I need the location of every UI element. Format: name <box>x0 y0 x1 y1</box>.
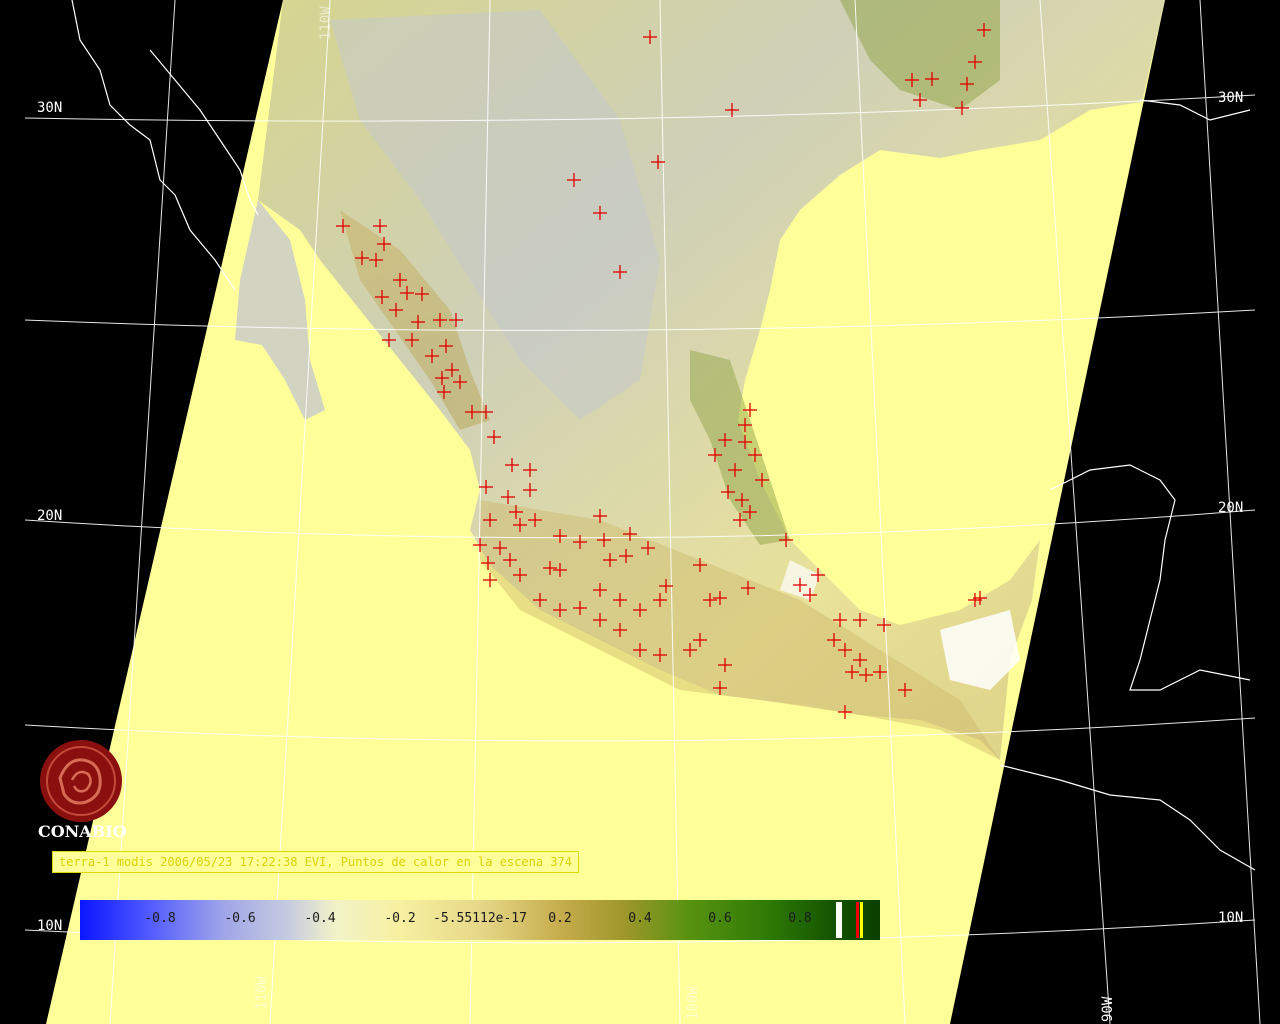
colorbar-cloud-swatch <box>836 902 842 938</box>
colorbar-tick: 0.4 <box>628 911 652 926</box>
coastline-yucatan <box>1049 464 1251 691</box>
colorbar-tick: 0.2 <box>548 911 572 926</box>
coastline-west <box>71 0 236 291</box>
lon-label-110w-bottom: 110W <box>254 976 270 1010</box>
lat-label-20n: 20N <box>37 508 62 524</box>
lat-label-10n-right: 10N <box>1218 910 1243 926</box>
colorbar-tick: -5.55112e-17 <box>433 911 527 926</box>
colorbar: -0.8 -0.6 -0.4 -0.2 -5.55112e-17 0.2 0.4… <box>80 900 880 940</box>
lat-label-30n-right: 30N <box>1218 90 1243 106</box>
colorbar-tick: -0.8 <box>144 911 176 926</box>
lon-label-90w-bottom: 90W <box>1100 996 1116 1022</box>
conabio-logo-icon <box>40 740 122 822</box>
logo-text: CONABIO <box>38 822 127 841</box>
colorbar-tick: -0.6 <box>224 911 256 926</box>
map-caption: terra-1 modis 2006/05/23 17:22:38 EVI, P… <box>52 851 579 873</box>
lat-label-30n: 30N <box>37 100 62 116</box>
coastline-pacific-south <box>999 764 1256 871</box>
lon-label-100w-bottom: 100W <box>685 986 701 1020</box>
lat-label-10n: 10N <box>37 918 62 934</box>
colorbar-hotspot-swatch <box>856 902 859 938</box>
lat-label-20n-right: 20N <box>1218 500 1243 516</box>
colorbar-water-swatch <box>860 902 863 938</box>
colorbar-tick: -0.4 <box>304 911 336 926</box>
colorbar-ticks: -0.8 -0.6 -0.4 -0.2 -5.55112e-17 0.2 0.4… <box>80 900 880 940</box>
colorbar-tick: 0.8 <box>788 911 812 926</box>
lon-label-110w: 110W <box>318 6 334 40</box>
colorbar-tick: 0.6 <box>708 911 732 926</box>
colorbar-tick: -0.2 <box>384 911 416 926</box>
